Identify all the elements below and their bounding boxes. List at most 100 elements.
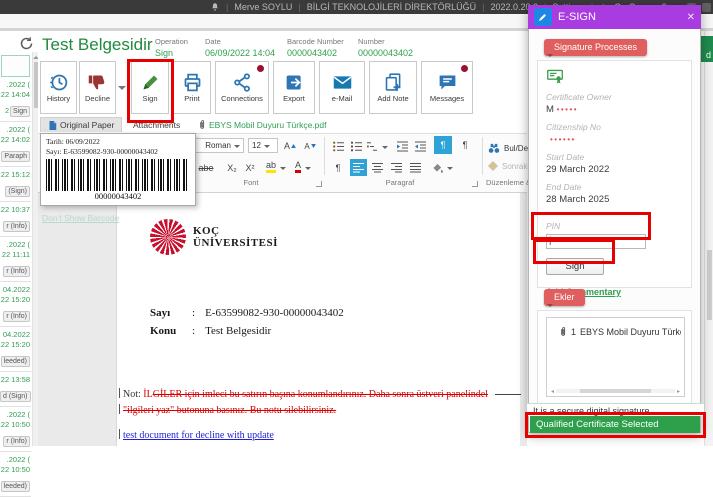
esign-pen-icon	[534, 8, 552, 26]
colon: :	[192, 307, 195, 319]
konu-label: Konu	[150, 325, 182, 337]
citizenship-mask-dots: ••••••	[550, 135, 576, 144]
shrink-font-button[interactable]: A	[302, 138, 318, 154]
export-button[interactable]: Export	[273, 61, 315, 114]
align-center-button[interactable]	[369, 159, 386, 176]
email-button[interactable]: e-Mail	[319, 61, 365, 114]
status-badge: leeded)	[1, 356, 30, 367]
field-label: Number	[358, 37, 438, 46]
koc-university-logo: KOÇ ÜNİVERSİTESİ	[150, 219, 278, 255]
show-marks-button[interactable]: ¶	[330, 160, 346, 176]
align-left-button[interactable]	[350, 159, 367, 176]
list-item[interactable]: 22 15:12(Sign)	[0, 167, 31, 202]
justify-button[interactable]	[407, 159, 424, 176]
barcode-date-line: Tarih: 06/09/2022	[46, 137, 190, 147]
ekler-chip[interactable]: Ekler	[544, 289, 585, 306]
button-label: Decline	[85, 95, 110, 103]
button-label: Print	[184, 95, 199, 103]
hscroll-track[interactable]	[556, 389, 675, 393]
change-bar	[119, 404, 120, 414]
connections-button[interactable]: Connections	[215, 61, 269, 114]
topbar-username[interactable]: Merve SOYLU	[234, 2, 292, 12]
change-bar	[119, 388, 120, 398]
item-date: 04.2022	[0, 285, 30, 295]
paragraph-rtl-button[interactable]: ¶	[434, 136, 452, 154]
list-item[interactable]: .2022 (22 10:50leeded)	[0, 452, 31, 497]
add-note-icon	[383, 72, 404, 93]
note-red-struck: GİLER için imleci bu satırın başına konu…	[153, 389, 488, 400]
list-item[interactable]: .2022 (22 10:50r (Info)	[0, 407, 31, 452]
status-badge: r (Info)	[3, 436, 30, 447]
sign-button[interactable]: Sign	[131, 61, 169, 114]
bullet-list-button[interactable]	[330, 138, 346, 154]
blue-test-line: test document for decline with update	[119, 429, 274, 441]
messages-button[interactable]: Messages	[421, 61, 473, 114]
qualified-certificate-banner: Qualified Certificate Selected	[530, 416, 700, 433]
superscript-button[interactable]: X²	[242, 160, 258, 176]
attachment-hscrollbar[interactable]: ◂ ▸	[551, 388, 680, 394]
share-nodes-icon	[232, 72, 253, 93]
list-item[interactable]: 22 13:58d (Sign)	[0, 372, 31, 407]
attachment-file-link[interactable]: EBYS Mobil Duyuru Türkçe.pdf	[198, 117, 326, 132]
thumbs-down-icon	[87, 72, 108, 93]
grow-font-glyph: A	[284, 141, 290, 151]
window-scrollbar[interactable]	[704, 31, 713, 446]
font-size-select[interactable]: 12	[248, 138, 278, 153]
list-item[interactable]: .2022 (22 14:02Paraph	[0, 122, 31, 167]
grow-font-button[interactable]: A	[282, 138, 298, 154]
list-item[interactable]: .2022 (22 11:11r (Info)	[0, 237, 31, 282]
scroll-right-arrow[interactable]: ▸	[677, 388, 680, 395]
font-color-button[interactable]: A	[292, 159, 314, 175]
decline-button[interactable]: Decline	[79, 61, 116, 114]
attachments-card: 1 EBYS Mobil Duyuru Türkç ◂ ▸	[537, 310, 692, 404]
hscroll-thumb[interactable]	[580, 389, 651, 393]
add-note-button[interactable]: Add Note	[369, 61, 417, 114]
attachment-row[interactable]: 1 EBYS Mobil Duyuru Türkç	[559, 326, 681, 337]
refresh-icon[interactable]	[19, 36, 34, 51]
esign-sign-button[interactable]: Sign	[546, 258, 604, 275]
scrollbar-thumb[interactable]	[707, 250, 712, 320]
tab-attachments[interactable]: Attachments	[126, 117, 187, 132]
item-time: 22 14:04	[0, 90, 30, 100]
status-badge: r (Info)	[3, 311, 30, 322]
document-page[interactable]: KOÇ ÜNİVERSİTESİ Sayı : E-63599082-930-0…	[117, 193, 520, 446]
selected-list-item[interactable]	[1, 55, 30, 77]
history-button[interactable]: History	[40, 61, 77, 114]
signature-processes-chip[interactable]: Signature Processes	[544, 39, 647, 56]
item-time: 22 10:50	[0, 420, 30, 430]
field-number: Number 00000043402	[358, 37, 438, 58]
shading-bucket-button[interactable]	[430, 159, 454, 175]
subscript-button[interactable]: X₂	[224, 160, 240, 176]
scroll-left-arrow[interactable]: ◂	[551, 388, 554, 395]
hide-barcode-link[interactable]: Don't Show Barcode	[42, 213, 119, 223]
highlight-glyph: ab	[266, 161, 276, 173]
strikethrough-button[interactable]: abe	[198, 160, 214, 176]
font-dialog-launcher[interactable]	[316, 181, 322, 187]
tab-label: Attachments	[133, 120, 180, 130]
multilevel-list-button[interactable]	[366, 138, 388, 154]
pin-input[interactable]: |	[546, 234, 646, 249]
change-bar	[119, 429, 120, 439]
numbered-list-button[interactable]	[348, 138, 364, 154]
list-item[interactable]: 04.202222 15:20r (Info)	[0, 282, 31, 327]
print-button[interactable]: Print	[173, 61, 211, 114]
status-badge: leeded)	[1, 481, 30, 492]
esign-header[interactable]: E-SIGN ✕	[528, 5, 701, 29]
list-item[interactable]: 22 10:37r (Info)	[0, 202, 31, 237]
close-icon[interactable]: ✕	[687, 12, 695, 23]
highlight-color-button[interactable]: ab	[264, 159, 288, 175]
decline-dropdown-caret[interactable]	[118, 86, 126, 94]
list-item[interactable]: 04.202222 15:20leeded)	[0, 327, 31, 372]
list-item[interactable]: .2022 (22 14:042Sign	[0, 77, 31, 122]
bell-icon[interactable]	[210, 2, 220, 12]
pilcrow-glyph: ¶	[336, 163, 341, 173]
paragraph-dialog-launcher[interactable]	[472, 181, 478, 187]
pilcrow-glyph: ¶	[463, 140, 468, 150]
tab-original-paper[interactable]: Original Paper	[40, 117, 122, 132]
align-right-button[interactable]	[388, 159, 405, 176]
item-prefix: 2	[5, 108, 9, 115]
outdent-button[interactable]	[394, 138, 410, 154]
document-icon	[48, 120, 57, 131]
indent-button[interactable]	[412, 138, 428, 154]
paragraph-ltr-button[interactable]: ¶	[456, 136, 474, 154]
